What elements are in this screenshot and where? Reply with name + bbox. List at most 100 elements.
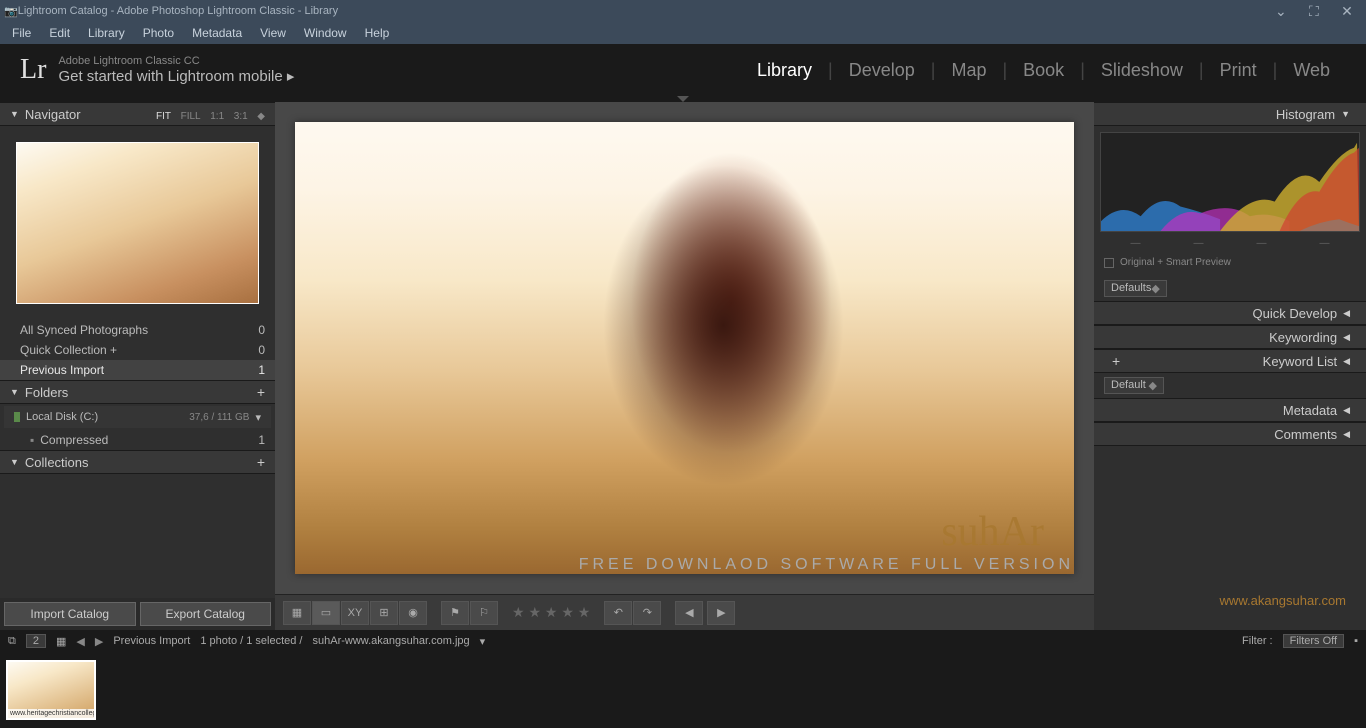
zoom-fit[interactable]: FIT: [156, 111, 171, 122]
minimize-icon[interactable]: ⌄: [1266, 3, 1296, 20]
module-print[interactable]: Print: [1204, 60, 1273, 81]
filter-lock-icon[interactable]: ▪: [1354, 635, 1358, 647]
watermark-url: www.akangsuhar.com: [1220, 593, 1346, 608]
rotate-ccw-button[interactable]: ↶: [604, 601, 632, 625]
filmstrip-thumb[interactable]: www.heritagechristiancollege.com: [6, 660, 96, 720]
metadata-label: Metadata: [1283, 403, 1337, 418]
histogram-header[interactable]: Histogram ▼: [1094, 102, 1366, 126]
filter-label: Filter :: [1242, 635, 1273, 647]
zoom-31[interactable]: 3:1: [234, 111, 248, 122]
people-view-button[interactable]: ◉: [399, 601, 427, 625]
export-catalog-button[interactable]: Export Catalog: [140, 602, 272, 626]
comments-label: Comments: [1274, 427, 1337, 442]
window-title: Lightroom Catalog - Adobe Photoshop Ligh…: [18, 5, 338, 17]
zoom-11[interactable]: 1:1: [210, 111, 224, 122]
watermark-slogan: FREE DOWNLAOD SOFTWARE FULL VERSION: [579, 556, 1074, 574]
folders-label: Folders: [25, 385, 68, 400]
menu-view[interactable]: View: [252, 24, 294, 42]
source-label[interactable]: Previous Import: [113, 635, 190, 647]
nav-back-icon[interactable]: ◀: [76, 635, 84, 648]
navigator-header[interactable]: ▼ Navigator FIT FILL 1:1 3:1 ◆: [0, 102, 275, 126]
rating-stars[interactable]: ★ ★ ★ ★ ★: [512, 604, 590, 621]
catalog-quick-collection[interactable]: Quick Collection +0: [0, 340, 275, 360]
nav-fwd-icon[interactable]: ▶: [95, 635, 103, 648]
flag-pick-button[interactable]: ⚑: [441, 601, 469, 625]
volume-status-icon: [14, 412, 20, 422]
add-folder-icon[interactable]: +: [257, 384, 265, 400]
quick-develop-preset[interactable]: Defaults◆: [1104, 280, 1167, 297]
folder-name: Compressed: [40, 433, 108, 447]
volume-row[interactable]: Local Disk (C:) 37,6 / 111 GB ▾: [4, 406, 271, 428]
preview-status-icon: [1104, 258, 1114, 268]
filename-label[interactable]: suhAr-www.akangsuhar.com.jpg: [313, 635, 470, 647]
second-monitor-page[interactable]: 2: [26, 634, 46, 648]
keyword-list-label: Keyword List: [1263, 354, 1337, 369]
chevron-down-icon[interactable]: ▾: [480, 635, 486, 648]
folder-icon: ▪: [30, 433, 34, 447]
import-catalog-button[interactable]: Import Catalog: [4, 602, 136, 626]
add-keyword-icon[interactable]: +: [1112, 353, 1120, 369]
filmstrip: www.heritagechristiancollege.com: [0, 652, 1366, 728]
filter-dropdown[interactable]: Filters Off: [1283, 634, 1344, 648]
mobile-prompt[interactable]: Get started with Lightroom mobile ▸: [58, 67, 294, 85]
folder-row[interactable]: ▪ Compressed 1: [0, 430, 275, 450]
histogram-display[interactable]: [1100, 132, 1360, 232]
app-logo: Lr: [20, 54, 46, 86]
menu-library[interactable]: Library: [80, 24, 133, 42]
main-photo-view[interactable]: suhAr: [295, 122, 1074, 574]
module-develop[interactable]: Develop: [833, 60, 931, 81]
view-toolbar: ▦ ▭ XY ⊞ ◉ ⚑ ⚐ ★ ★ ★ ★ ★ ↶ ↷ ◀ ▶: [275, 594, 1094, 630]
module-book[interactable]: Book: [1007, 60, 1080, 81]
brand-name: Adobe Lightroom Classic CC: [58, 55, 294, 67]
quick-develop-label: Quick Develop: [1253, 306, 1338, 321]
catalog-all-synced[interactable]: All Synced Photographs0: [0, 320, 275, 340]
menu-edit[interactable]: Edit: [41, 24, 78, 42]
survey-view-button[interactable]: ⊞: [370, 601, 398, 625]
second-monitor-icon[interactable]: ⧉: [8, 635, 16, 648]
keywording-header[interactable]: Keywording◀: [1094, 325, 1366, 349]
menu-window[interactable]: Window: [296, 24, 355, 42]
preview-status-label: Original + Smart Preview: [1120, 257, 1231, 268]
loupe-view-button[interactable]: ▭: [312, 601, 340, 625]
metadata-preset[interactable]: Default◆: [1104, 377, 1164, 394]
collections-header[interactable]: ▼Collections +: [0, 450, 275, 474]
module-slideshow[interactable]: Slideshow: [1085, 60, 1199, 81]
quick-develop-header[interactable]: Quick Develop◀: [1094, 301, 1366, 325]
navigator-preview[interactable]: [0, 126, 275, 320]
menu-help[interactable]: Help: [357, 24, 398, 42]
grid-view-button[interactable]: ▦: [283, 601, 311, 625]
module-library[interactable]: Library: [741, 60, 828, 81]
maximize-icon[interactable]: ⛶: [1299, 3, 1329, 20]
app-icon: 📷: [4, 5, 18, 18]
add-collection-icon[interactable]: +: [257, 454, 265, 470]
keyword-list-header[interactable]: + Keyword List◀: [1094, 349, 1366, 373]
menu-file[interactable]: File: [4, 24, 39, 42]
grid-toggle-icon[interactable]: ▦: [56, 635, 66, 648]
module-map[interactable]: Map: [935, 60, 1002, 81]
menu-bar: File Edit Library Photo Metadata View Wi…: [0, 22, 1366, 44]
volume-size: 37,6 / 111 GB: [189, 412, 249, 423]
menu-metadata[interactable]: Metadata: [184, 24, 250, 42]
folders-header[interactable]: ▼Folders +: [0, 380, 275, 404]
catalog-previous-import[interactable]: Previous Import1: [0, 360, 275, 380]
zoom-more-icon[interactable]: ◆: [257, 111, 265, 122]
module-web[interactable]: Web: [1277, 60, 1346, 81]
watermark-brand: suhAr: [941, 508, 1044, 556]
module-picker: Library| Develop| Map| Book| Slideshow| …: [741, 60, 1346, 81]
thumb-caption: www.heritagechristiancollege.com: [8, 709, 94, 718]
folder-count: 1: [258, 433, 265, 447]
chevron-down-icon[interactable]: ▾: [255, 411, 261, 424]
metadata-header[interactable]: Metadata◀: [1094, 398, 1366, 422]
comments-header[interactable]: Comments◀: [1094, 422, 1366, 446]
menu-photo[interactable]: Photo: [135, 24, 182, 42]
flag-reject-button[interactable]: ⚐: [470, 601, 498, 625]
close-icon[interactable]: ✕: [1332, 3, 1362, 20]
zoom-fill[interactable]: FILL: [181, 111, 201, 122]
histogram-label: Histogram: [1276, 107, 1335, 122]
keywording-label: Keywording: [1269, 330, 1337, 345]
rotate-cw-button[interactable]: ↷: [633, 601, 661, 625]
nav-prev-button[interactable]: ◀: [675, 601, 703, 625]
volume-name: Local Disk (C:): [26, 411, 98, 423]
compare-view-button[interactable]: XY: [341, 601, 369, 625]
nav-next-button[interactable]: ▶: [707, 601, 735, 625]
